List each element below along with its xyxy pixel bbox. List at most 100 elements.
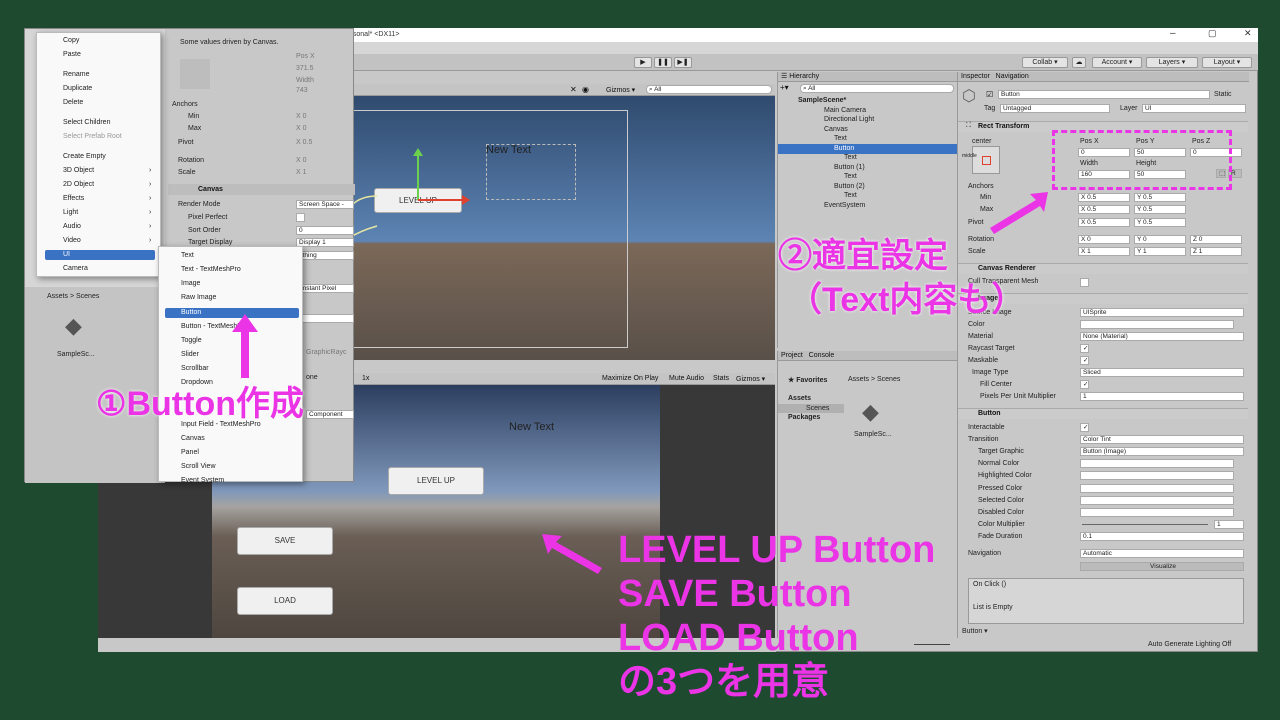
mute-audio-toggle[interactable]: Mute Audio bbox=[669, 375, 704, 382]
submenu-item-scrollbar[interactable]: Scrollbar bbox=[181, 365, 209, 372]
menu-item-effects[interactable]: Effects bbox=[63, 195, 84, 202]
play-button[interactable]: ▶ bbox=[634, 57, 652, 68]
tag-dropdown[interactable]: Untagged bbox=[1000, 104, 1110, 113]
console-tab[interactable]: Console bbox=[809, 352, 835, 359]
submenu-item-slider[interactable]: Slider bbox=[181, 351, 199, 358]
hierarchy-item[interactable]: Text bbox=[834, 135, 847, 142]
maximize-on-play-toggle[interactable]: Maximize On Play bbox=[602, 375, 658, 382]
static-toggle[interactable]: Static bbox=[1214, 91, 1232, 98]
game-load-button[interactable]: LOAD bbox=[237, 587, 333, 615]
target-graphic-field[interactable]: Button (Image) bbox=[1080, 447, 1244, 456]
unity-scene-icon[interactable]: ◆ bbox=[862, 399, 879, 425]
image-type-dropdown[interactable]: Sliced bbox=[1080, 368, 1244, 377]
hierarchy-item[interactable]: Canvas bbox=[824, 126, 848, 133]
game-scale[interactable]: 1x bbox=[362, 375, 369, 382]
menu-item-duplicate[interactable]: Duplicate bbox=[63, 85, 92, 92]
fill-center-checkbox[interactable]: ✓ bbox=[1080, 380, 1089, 389]
transition-dropdown[interactable]: Color Tint bbox=[1080, 435, 1244, 444]
account-dropdown[interactable]: Account ▾ bbox=[1092, 57, 1142, 68]
ppu-field[interactable]: 1 bbox=[1080, 392, 1244, 401]
normal-color-field[interactable] bbox=[1080, 459, 1234, 468]
scene-new-text[interactable]: New Text bbox=[486, 144, 531, 156]
reference-ppu-field[interactable]: 0 bbox=[296, 314, 354, 323]
game-gizmos-dropdown[interactable]: Gizmos ▾ bbox=[736, 375, 765, 383]
maskable-checkbox[interactable]: ✓ bbox=[1080, 356, 1089, 365]
hierarchy-item[interactable]: SampleScene* bbox=[798, 97, 846, 104]
scene-search-input[interactable]: ⌕ All bbox=[646, 85, 772, 94]
tools-icon[interactable]: ✕ bbox=[570, 85, 577, 94]
anchor-max-x[interactable]: X 0.5 bbox=[1078, 205, 1130, 214]
highlighted-color-field[interactable] bbox=[1080, 471, 1234, 480]
menu-item-light[interactable]: Light bbox=[63, 209, 78, 216]
move-gizmo-y[interactable] bbox=[417, 152, 419, 200]
hierarchy-item[interactable]: Text bbox=[844, 173, 857, 180]
navigation-tab[interactable]: Navigation bbox=[996, 73, 1029, 80]
game-level-up-button[interactable]: LEVEL UP bbox=[388, 467, 484, 495]
assets-folder[interactable]: Assets bbox=[788, 395, 811, 402]
hierarchy-item[interactable]: Directional Light bbox=[824, 116, 874, 123]
rotation-z[interactable]: Z 0 bbox=[1190, 235, 1242, 244]
menu-item-rename[interactable]: Rename bbox=[63, 71, 89, 78]
interactable-checkbox[interactable]: ✓ bbox=[1080, 423, 1089, 432]
object-name-field[interactable]: Button bbox=[998, 90, 1210, 99]
menu-item-2d-object[interactable]: 2D Object bbox=[63, 181, 94, 188]
color-field[interactable] bbox=[1080, 320, 1234, 329]
hierarchy-item[interactable]: Text bbox=[844, 192, 857, 199]
anchor-min-y[interactable]: Y 0.5 bbox=[1134, 193, 1186, 202]
preview-footer[interactable]: Button ▾ bbox=[962, 627, 988, 635]
menu-item-3d-object[interactable]: 3D Object bbox=[63, 167, 94, 174]
render-mode-dropdown[interactable]: Screen Space - bbox=[296, 200, 354, 209]
hierarchy-search-input[interactable]: ⌕ All bbox=[800, 84, 954, 93]
hierarchy-item-selected[interactable]: Button bbox=[834, 145, 854, 152]
cull-checkbox[interactable] bbox=[1080, 278, 1089, 287]
target-display-dropdown[interactable]: Display 1 bbox=[296, 238, 354, 247]
hierarchy-item[interactable]: Button (2) bbox=[834, 183, 865, 190]
fade-duration-field[interactable]: 0.1 bbox=[1080, 532, 1244, 541]
submenu-item-text-tmp[interactable]: Text - TextMeshPro bbox=[181, 266, 241, 273]
disabled-color-field[interactable] bbox=[1080, 508, 1234, 517]
unity-scene-icon[interactable]: ◆ bbox=[65, 313, 82, 339]
menu-item-ui[interactable]: UI bbox=[63, 251, 70, 258]
active-checkbox[interactable]: ☑ bbox=[986, 90, 993, 99]
anchor-preset-button[interactable] bbox=[180, 59, 210, 89]
layers-dropdown[interactable]: Layers ▾ bbox=[1146, 57, 1198, 68]
scene-file-label[interactable]: SampleSc... bbox=[854, 431, 892, 438]
hierarchy-item[interactable]: Text bbox=[844, 154, 857, 161]
submenu-item-raw-image[interactable]: Raw Image bbox=[181, 294, 216, 301]
hierarchy-item[interactable]: Main Camera bbox=[824, 107, 866, 114]
add-icon[interactable]: +▾ bbox=[780, 83, 790, 93]
navigation-dropdown[interactable]: Automatic bbox=[1080, 549, 1244, 558]
add-component-button[interactable]: Component bbox=[306, 410, 354, 419]
submenu-item-image[interactable]: Image bbox=[181, 280, 200, 287]
minimize-icon[interactable]: – bbox=[1170, 28, 1176, 39]
submenu-item-button[interactable]: Button bbox=[181, 309, 201, 316]
ui-scale-mode-dropdown[interactable]: onstant Pixel bbox=[296, 284, 354, 293]
project-tab[interactable]: Project bbox=[781, 352, 803, 359]
submenu-item-panel[interactable]: Panel bbox=[181, 449, 199, 456]
hierarchy-item[interactable]: EventSystem bbox=[824, 202, 865, 209]
gizmos-dropdown[interactable]: Gizmos ▾ bbox=[606, 86, 635, 94]
menu-item-camera[interactable]: Camera bbox=[63, 265, 88, 272]
menu-item-copy[interactable]: Copy bbox=[63, 37, 79, 44]
source-image-field[interactable]: UISprite bbox=[1080, 308, 1244, 317]
layer-dropdown[interactable]: UI bbox=[1142, 104, 1246, 113]
move-gizmo-x[interactable] bbox=[418, 199, 464, 201]
scale-z[interactable]: Z 1 bbox=[1190, 247, 1242, 256]
menu-item-paste[interactable]: Paste bbox=[63, 51, 81, 58]
layout-dropdown[interactable]: Layout ▾ bbox=[1202, 57, 1252, 68]
pivot-x[interactable]: X 0.5 bbox=[1078, 218, 1130, 227]
anchor-preset-button[interactable] bbox=[972, 146, 1000, 174]
project-breadcrumb[interactable]: Assets > Scenes bbox=[848, 376, 900, 383]
maximize-icon[interactable]: ▢ bbox=[1208, 28, 1217, 39]
scale-y[interactable]: Y 1 bbox=[1134, 247, 1186, 256]
scenes-folder[interactable]: Scenes bbox=[806, 405, 829, 412]
material-field[interactable]: None (Material) bbox=[1080, 332, 1244, 341]
menu-item-select-children[interactable]: Select Children bbox=[63, 119, 110, 126]
anchor-min-x[interactable]: X 0.5 bbox=[1078, 193, 1130, 202]
stats-toggle[interactable]: Stats bbox=[713, 375, 729, 382]
menu-item-audio[interactable]: Audio bbox=[63, 223, 81, 230]
cloud-icon[interactable]: ☁ bbox=[1072, 57, 1086, 68]
pixel-perfect-checkbox[interactable] bbox=[296, 213, 305, 222]
anchor-max-y[interactable]: Y 0.5 bbox=[1134, 205, 1186, 214]
selected-color-field[interactable] bbox=[1080, 496, 1234, 505]
